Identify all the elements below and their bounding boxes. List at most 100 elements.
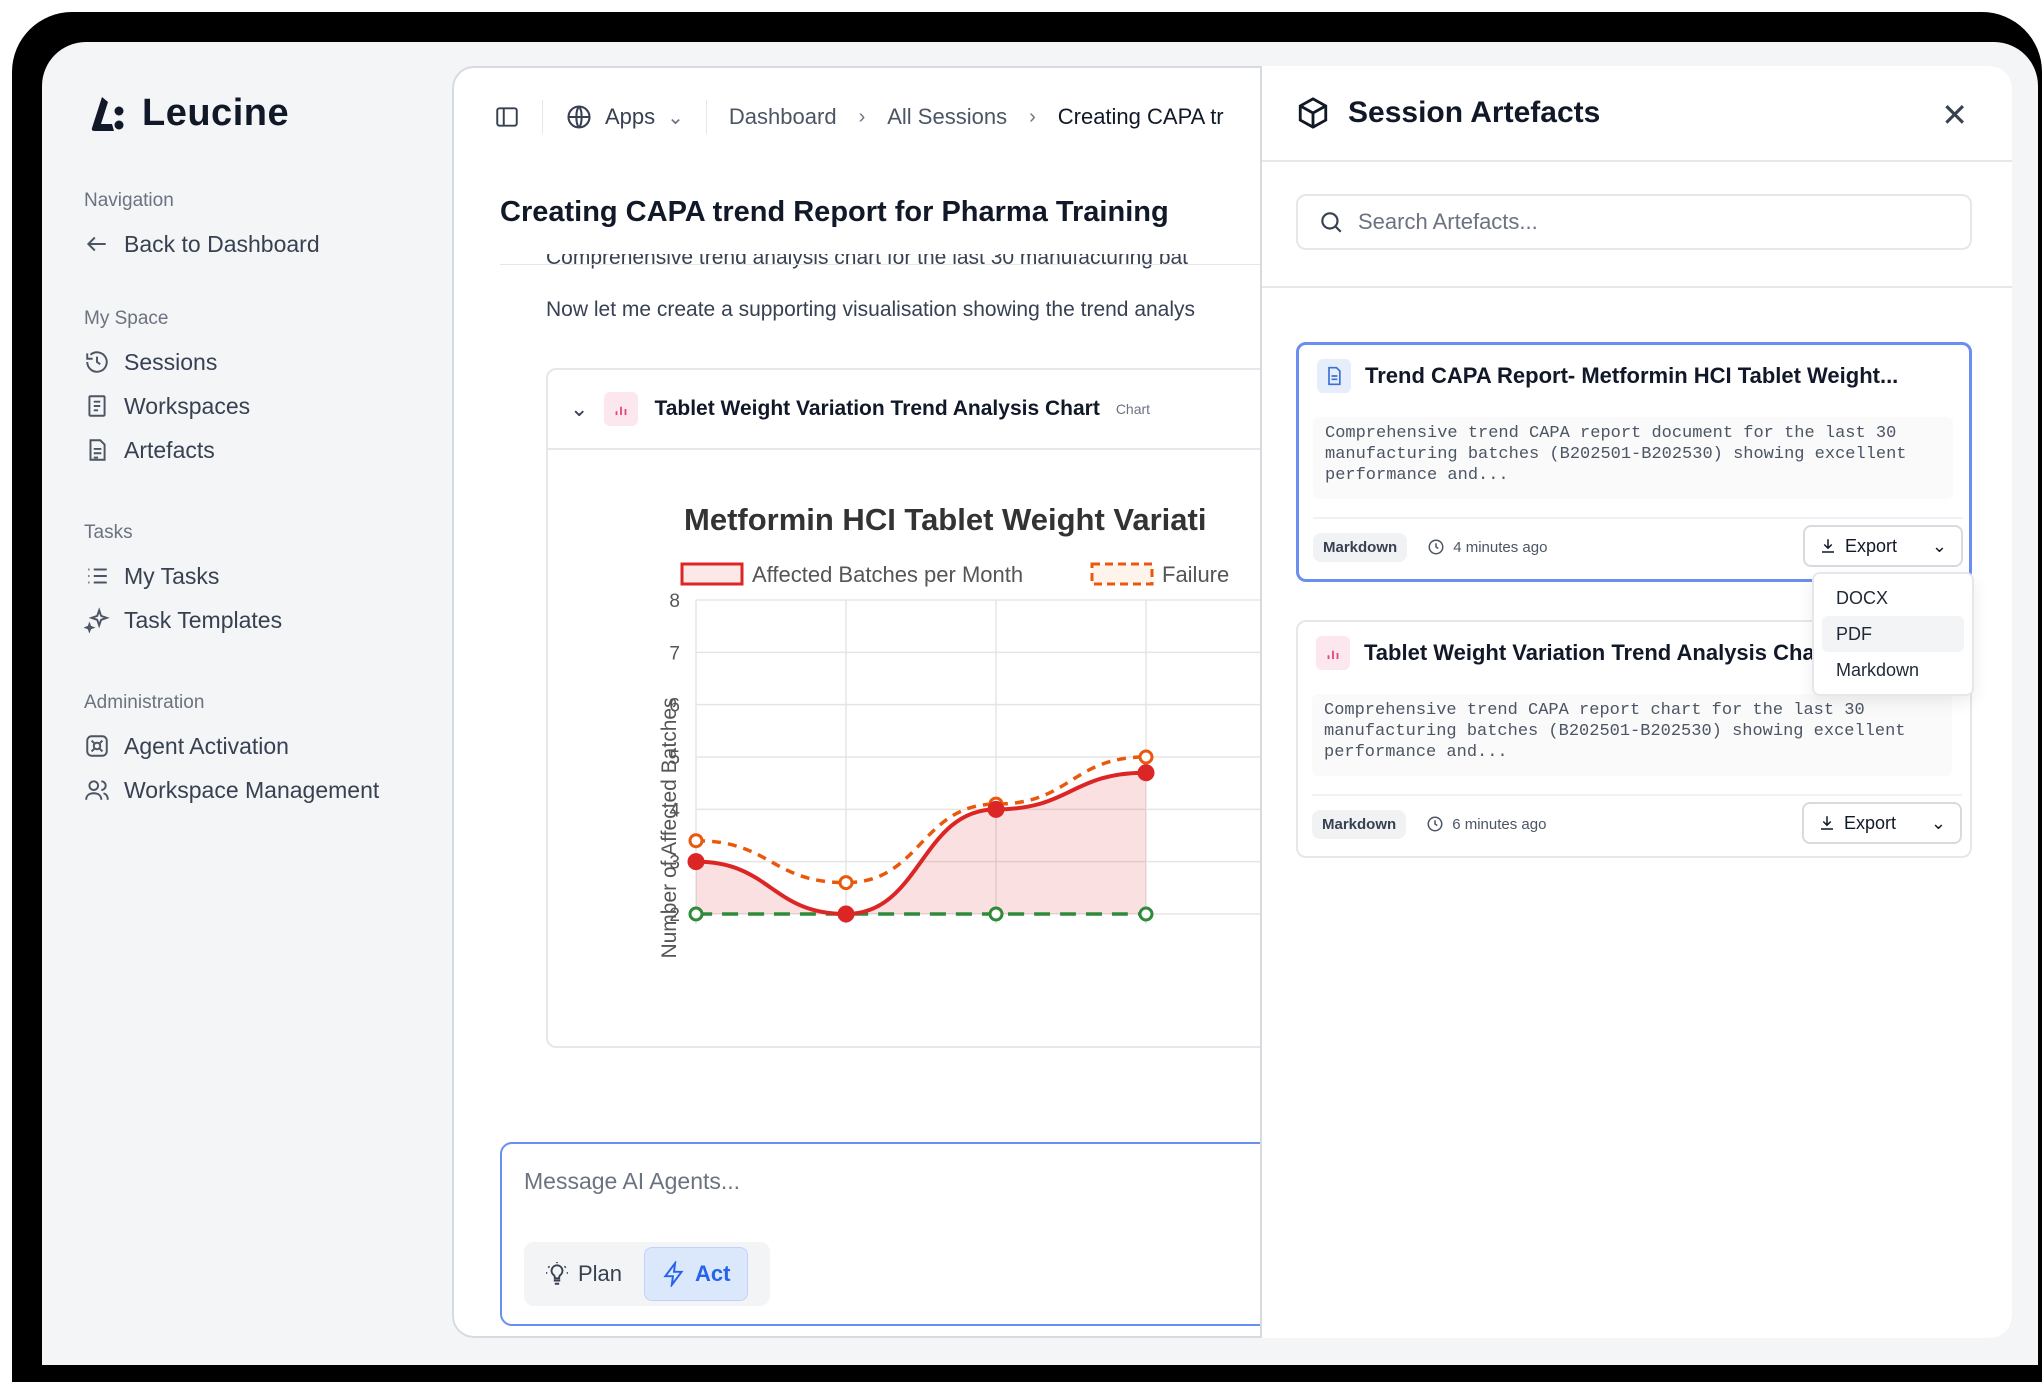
legend-swatch-affected	[680, 562, 744, 586]
chevron-down-icon: ⌄	[1931, 535, 1947, 556]
data-point	[837, 905, 855, 923]
nav-item-label: Workspace Management	[124, 776, 380, 803]
back-to-dashboard-link[interactable]: Back to Dashboard	[84, 222, 320, 266]
y-tick-label: 4	[669, 800, 680, 821]
arrow-left-icon	[86, 236, 106, 252]
users-icon	[85, 780, 109, 800]
desc-line: performance and...	[1325, 466, 1509, 485]
chevron-right-icon: ›	[858, 105, 866, 128]
chevron-right-icon: ›	[1029, 105, 1036, 128]
legend-label-failure: Failure	[1162, 562, 1229, 587]
close-icon[interactable]: ✕	[1941, 96, 1968, 134]
export-label: Export	[1845, 535, 1898, 556]
act-label: Act	[695, 1261, 731, 1286]
device-frame: Leucine Navigation Back to Dashboard My …	[12, 12, 2042, 1382]
mode-toggle: Plan Act	[524, 1242, 770, 1306]
agent-icon	[86, 735, 108, 757]
artefact-footer: Markdown 4 minutes ago Export ⌄	[1313, 517, 1963, 567]
data-point	[987, 800, 1005, 818]
message-input[interactable]: Message AI Agents...	[524, 1168, 740, 1195]
desc-line: Comprehensive trend CAPA report chart fo…	[1324, 701, 1865, 720]
clock-icon	[1427, 816, 1443, 832]
data-point	[688, 906, 704, 922]
timestamp-text: 6 minutes ago	[1452, 815, 1547, 833]
timestamp-text: 4 minutes ago	[1453, 538, 1548, 556]
bar-chart-icon	[604, 392, 639, 426]
artefact-description: Comprehensive trend CAPA report chart fo…	[1312, 694, 1952, 776]
sidebar-item-workspace-management[interactable]: Workspace Management	[84, 768, 379, 812]
divider	[542, 100, 543, 134]
export-dropdown: DOCX PDF Markdown	[1812, 572, 1974, 696]
breadcrumb-all-sessions[interactable]: All Sessions	[887, 104, 1007, 130]
nav-item-label: Agent Activation	[124, 732, 289, 759]
y-tick-label: 6	[669, 696, 680, 717]
globe-icon	[567, 105, 591, 129]
sparkle-icon	[84, 607, 110, 633]
nav-section-title: Navigation	[84, 190, 174, 211]
chat-message: Now let me create a supporting visualisa…	[546, 298, 1196, 321]
export-button[interactable]: Export ⌄	[1802, 802, 1962, 844]
file-list-icon	[89, 439, 106, 461]
nav-section-title: My Space	[84, 308, 169, 329]
lightbulb-icon	[546, 1262, 568, 1285]
nav-section-navigation: Navigation Back to Dashboard	[84, 190, 320, 266]
sidebar-item-artefacts[interactable]: Artefacts	[84, 428, 250, 472]
act-mode-button[interactable]: Act	[644, 1247, 748, 1301]
y-tick-label: 5	[669, 748, 680, 769]
data-point	[988, 906, 1004, 922]
y-tick-label: 7	[669, 643, 680, 664]
artefact-card[interactable]: Trend CAPA Report- Metformin HCI Tablet …	[1296, 342, 1972, 582]
sidebar-item-workspaces[interactable]: Workspaces	[84, 384, 250, 428]
timestamp: 6 minutes ago	[1426, 815, 1546, 833]
search-icon	[1321, 212, 1342, 233]
chart-legend: Affected Batches per Month Failure	[680, 562, 1229, 587]
search-input[interactable]	[1358, 209, 1918, 235]
sidebar-item-task-templates[interactable]: Task Templates	[84, 598, 282, 642]
chart-card-tag: Chart	[1115, 401, 1151, 417]
desc-line: manufacturing batches (B202501-B202530) …	[1325, 445, 1907, 464]
top-bar: Apps ⌄ Dashboard › All Sessions › Creati…	[494, 92, 1224, 142]
nav-item-label: Back to Dashboard	[124, 230, 320, 257]
sidebar-toggle-icon[interactable]	[494, 104, 520, 130]
artefact-search[interactable]	[1296, 194, 1972, 250]
export-option-pdf[interactable]: PDF	[1822, 616, 1964, 652]
list-icon	[88, 568, 107, 584]
sidebar-item-my-tasks[interactable]: My Tasks	[84, 554, 282, 598]
panel-header: Session Artefacts	[1262, 66, 2012, 162]
breadcrumb-dashboard[interactable]: Dashboard	[729, 104, 837, 130]
chevron-down-icon: ⌄	[1930, 812, 1946, 833]
divider	[705, 100, 707, 134]
artefact-title: Tablet Weight Variation Trend Analysis C…	[1364, 640, 1831, 665]
chat-message-cut: Comprehensive trend analysis chart for t…	[546, 254, 1189, 269]
artefact-description: Comprehensive trend CAPA report document…	[1313, 417, 1953, 499]
data-point	[1138, 906, 1154, 922]
legend-swatch-failure	[1090, 562, 1154, 586]
export-option-docx[interactable]: DOCX	[1822, 580, 1964, 616]
plan-mode-button[interactable]: Plan	[528, 1247, 638, 1301]
app-name: Leucine	[142, 92, 290, 134]
export-option-markdown[interactable]: Markdown	[1822, 652, 1964, 688]
legend-label-affected: Affected Batches per Month	[752, 562, 1023, 587]
leucine-logo-icon	[91, 96, 124, 131]
apps-label: Apps	[605, 104, 656, 129]
chevron-down-icon[interactable]: ⌄	[570, 396, 588, 422]
nav-section-title: Administration	[84, 692, 205, 713]
export-button[interactable]: Export ⌄	[1803, 525, 1963, 567]
download-icon	[1821, 816, 1833, 830]
sidebar-item-sessions[interactable]: Sessions	[84, 340, 250, 384]
cube-icon	[1298, 97, 1328, 129]
data-point	[1138, 749, 1154, 765]
sidebar-item-agent-activation[interactable]: Agent Activation	[84, 724, 379, 768]
document-icon	[1317, 359, 1351, 393]
timestamp: 4 minutes ago	[1427, 538, 1547, 556]
artefact-footer: Markdown 6 minutes ago Export ⌄	[1312, 794, 1962, 844]
nav-item-label: Task Templates	[124, 606, 283, 633]
app-logo[interactable]: Leucine	[88, 92, 289, 135]
panel-title: Session Artefacts	[1348, 96, 1601, 129]
data-point	[688, 833, 704, 849]
desc-line: performance and...	[1324, 743, 1508, 762]
chart-card-title: Tablet Weight Variation Trend Analysis C…	[654, 397, 1100, 420]
export-label: Export	[1844, 812, 1897, 833]
page-title: Creating CAPA trend Report for Pharma Tr…	[500, 196, 1169, 228]
apps-menu[interactable]: Apps ⌄	[565, 103, 684, 131]
